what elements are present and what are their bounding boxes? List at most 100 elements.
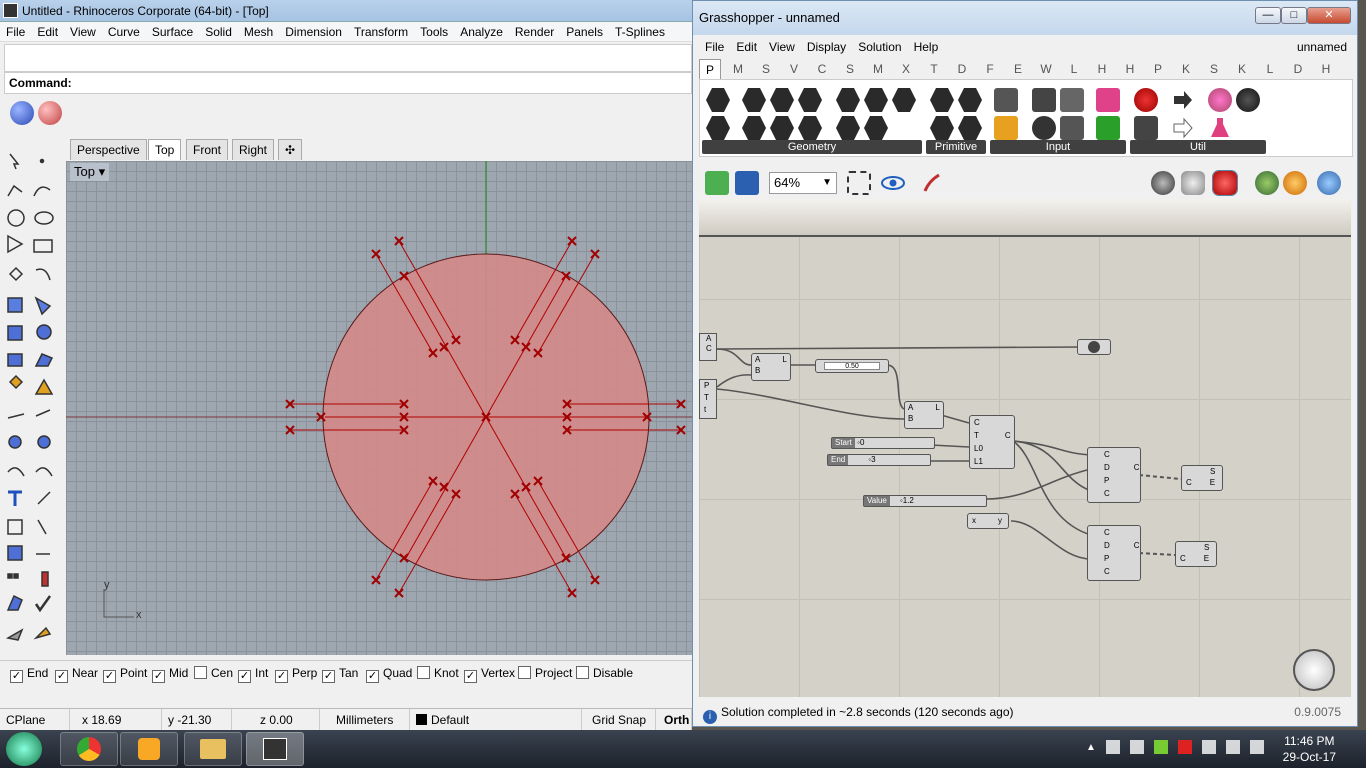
gh-tab-13[interactable]: L [1063,59,1085,79]
signal-tray-icon[interactable] [1250,740,1264,754]
surface-component-2[interactable]: SCE [1175,541,1217,567]
gh-tab-21[interactable]: D [1287,59,1309,79]
data-input-icon[interactable] [1170,116,1194,140]
osnap-project[interactable]: Project [518,665,572,681]
osnap-tan[interactable]: ✓ Tan [322,665,358,683]
layer-indicator[interactable]: Default [410,709,582,731]
slider-value[interactable]: 0.50 [824,362,880,370]
command-line[interactable]: Command: [4,72,692,94]
gh-canvas[interactable]: AC ALB 0.50 PTt ALB C T C L0 L1 Start ◦0 End… [699,199,1351,697]
gh-tab-5[interactable]: S [839,59,861,79]
number-param-icon[interactable] [930,116,954,140]
end-slider[interactable]: End ◦3 [827,454,931,466]
brush-icon[interactable] [921,171,945,195]
gh-tab-16[interactable]: P [1147,59,1169,79]
top-viewport[interactable]: Top ▾ y x [66,161,692,655]
zoom-extents-icon[interactable] [847,171,871,195]
gh-tab-0[interactable]: P [699,59,721,80]
menu-curve[interactable]: Curve [102,22,146,42]
ribbon-label-util[interactable]: Util [1130,140,1266,154]
osnap-perp[interactable]: ✓ Perp [275,665,317,683]
gh-tab-3[interactable]: V [783,59,805,79]
maximize-button[interactable]: □ [1281,7,1307,24]
flask-icon[interactable] [1208,116,1232,140]
gh-tab-12[interactable]: W [1035,59,1057,79]
button-object-icon[interactable] [1032,88,1056,112]
arc-param-icon[interactable] [706,116,730,140]
gh-menu-view[interactable]: View [763,37,801,57]
gh-menu-display[interactable]: Display [801,37,852,57]
gh-tab-22[interactable]: H [1315,59,1337,79]
grid-snap-toggle[interactable]: Grid Snap [586,709,656,731]
tree-icon[interactable] [1134,116,1158,140]
gh-menu-file[interactable]: File [699,37,730,57]
osnap-quad[interactable]: ✓ Quad [366,665,412,683]
point-param-icon[interactable] [836,116,860,140]
minimize-button[interactable]: — [1255,7,1281,24]
osnap-point[interactable]: ✓ Point [103,665,147,683]
gh-tab-8[interactable]: T [923,59,945,79]
line-component-2[interactable]: ALB [904,401,944,429]
osnap-vertex[interactable]: ✓ Vertex [464,665,515,683]
gh-menu-help[interactable]: Help [908,37,945,57]
fitness-icon[interactable] [1236,88,1260,112]
dropbox-tray-icon[interactable] [1106,740,1120,754]
menu-render[interactable]: Render [509,22,560,42]
curve-param-icon[interactable] [770,88,794,112]
offset-curve-component-2[interactable]: CDCPC [1087,525,1141,581]
gh-tab-7[interactable]: X [895,59,917,79]
mesh-param-icon[interactable] [864,88,888,112]
preview-wire-icon[interactable] [1181,171,1205,195]
osnap-near[interactable]: ✓ Near [55,665,98,683]
osnap-int[interactable]: ✓ Int [238,665,268,683]
boolean-param-icon[interactable] [930,88,954,112]
menu-dimension[interactable]: Dimension [279,22,348,42]
geometry-icon[interactable] [706,88,730,112]
circle-param-icon[interactable] [742,88,766,112]
menu-mesh[interactable]: Mesh [238,22,279,42]
boolean-toggle-icon[interactable] [994,88,1018,112]
document-preview-icon[interactable] [1255,171,1279,195]
relay-component[interactable] [1077,339,1111,355]
tween-curve-component[interactable]: C T C L0 L1 [969,415,1015,469]
gh-menu-solution[interactable]: Solution [852,37,907,57]
menu-edit[interactable]: Edit [31,22,64,42]
ortho-toggle[interactable]: Orth [658,709,692,731]
menu-surface[interactable]: Surface [146,22,199,42]
chrome-taskbar-icon[interactable] [60,732,118,766]
md-slider-icon[interactable] [994,116,1018,140]
tab-right[interactable]: Right [232,139,275,160]
start-button[interactable] [6,732,42,766]
curve-point-component[interactable]: PTt [699,379,717,419]
menu-solid[interactable]: Solid [199,22,238,42]
osnap-cen[interactable]: Cen [194,665,233,681]
menu-tsplines[interactable]: T-Splines [609,22,671,42]
line-param-icon[interactable] [770,116,794,140]
gh-tab-11[interactable]: E [1007,59,1029,79]
rhino-title-bar[interactable]: Untitled - Rhinoceros Corporate (64-bit)… [0,0,692,22]
gh-tab-19[interactable]: K [1231,59,1253,79]
add-tab-icon[interactable]: ✣ [278,139,303,160]
menu-view[interactable]: View [64,22,102,42]
data-output-icon[interactable] [1170,88,1194,112]
gh-tab-4[interactable]: C [811,59,833,79]
field-param-icon[interactable] [892,88,916,112]
close-button[interactable]: ✕ [1307,7,1351,24]
surface-component-1[interactable]: SCE [1181,465,1223,491]
gradient-icon[interactable] [1096,88,1120,112]
save-file-icon[interactable] [735,171,759,195]
plane-param-icon[interactable] [798,116,822,140]
integer-param-icon[interactable] [958,88,982,112]
polyhedron-icon[interactable] [38,101,62,125]
ribbon-label-primitive[interactable]: Primitive [926,140,986,154]
menu-file[interactable]: File [0,22,31,42]
tab-perspective[interactable]: Perspective [70,139,147,160]
image-sampler-icon[interactable] [1096,116,1120,140]
rhino-taskbar-icon[interactable] [246,732,304,766]
menu-analyze[interactable]: Analyze [454,22,509,42]
text-param-icon[interactable] [958,116,982,140]
box-param-icon[interactable] [742,116,766,140]
point-component[interactable]: AC [699,333,717,361]
open-file-icon[interactable] [705,171,729,195]
galapagos-icon[interactable] [1134,88,1158,112]
